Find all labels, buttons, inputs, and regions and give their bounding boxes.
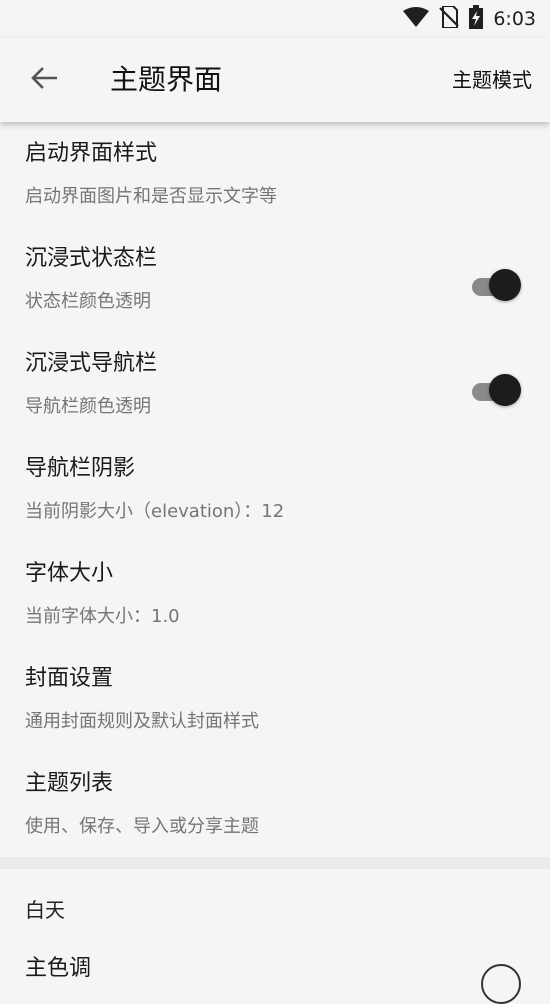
page-title: 主题界面 <box>110 63 223 96</box>
setting-splash-style[interactable]: 启动界面样式 启动界面图片和是否显示文字等 <box>0 122 550 227</box>
setting-title: 导航栏阴影 <box>25 456 136 481</box>
toolbar: 主题界面 主题模式 <box>0 38 550 122</box>
setting-subtitle: 通用封面规则及默认封面样式 <box>25 711 259 732</box>
no-sim-icon <box>439 5 460 32</box>
setting-subtitle: 当前字体大小：1.0 <box>25 606 180 627</box>
theme-mode-button[interactable]: 主题模式 <box>452 66 532 94</box>
setting-subtitle: 导航栏颜色透明 <box>25 396 151 417</box>
back-button[interactable] <box>22 58 66 102</box>
setting-theme-list[interactable]: 主题列表 使用、保存、导入或分享主题 <box>0 752 550 857</box>
setting-title: 沉浸式状态栏 <box>25 246 158 271</box>
setting-subtitle: 状态栏颜色透明 <box>25 291 151 312</box>
setting-cover[interactable]: 封面设置 通用封面规则及默认封面样式 <box>0 647 550 752</box>
wifi-icon <box>403 7 430 31</box>
status-icons: 6:03 <box>403 5 536 33</box>
setting-subtitle: 使用、保存、导入或分享主题 <box>25 816 259 837</box>
setting-immersive-status-bar[interactable]: 沉浸式状态栏 状态栏颜色透明 <box>0 227 550 332</box>
nav-bar-toggle[interactable] <box>472 374 522 408</box>
setting-nav-bar-shadow[interactable]: 导航栏阴影 当前阴影大小（elevation）：12 <box>0 437 550 542</box>
setting-subtitle: 启动界面图片和是否显示文字等 <box>25 186 277 207</box>
status-bar: 6:03 <box>0 0 550 38</box>
setting-title: 启动界面样式 <box>25 141 158 166</box>
setting-font-size[interactable]: 字体大小 当前字体大小：1.0 <box>0 542 550 647</box>
setting-title: 沉浸式导航栏 <box>25 351 158 376</box>
primary-color-swatch[interactable] <box>481 964 521 1004</box>
switch-thumb <box>489 374 521 406</box>
status-time: 6:03 <box>493 8 536 30</box>
setting-title: 主题列表 <box>25 771 114 796</box>
setting-immersive-nav-bar[interactable]: 沉浸式导航栏 导航栏颜色透明 <box>0 332 550 437</box>
battery-charging-icon <box>469 5 484 33</box>
status-bar-toggle[interactable] <box>472 269 522 303</box>
setting-subtitle: 当前阴影大小（elevation）：12 <box>25 501 285 522</box>
switch-thumb <box>489 269 521 301</box>
section-divider <box>0 857 550 869</box>
section-header-day: 白天 <box>25 898 65 922</box>
setting-primary-color[interactable]: 主色调 <box>25 953 91 985</box>
setting-title: 字体大小 <box>25 561 114 586</box>
arrow-left-icon <box>31 67 58 93</box>
settings-list: 启动界面样式 启动界面图片和是否显示文字等 沉浸式状态栏 状态栏颜色透明 沉浸式… <box>0 122 550 857</box>
setting-title: 封面设置 <box>25 666 114 691</box>
